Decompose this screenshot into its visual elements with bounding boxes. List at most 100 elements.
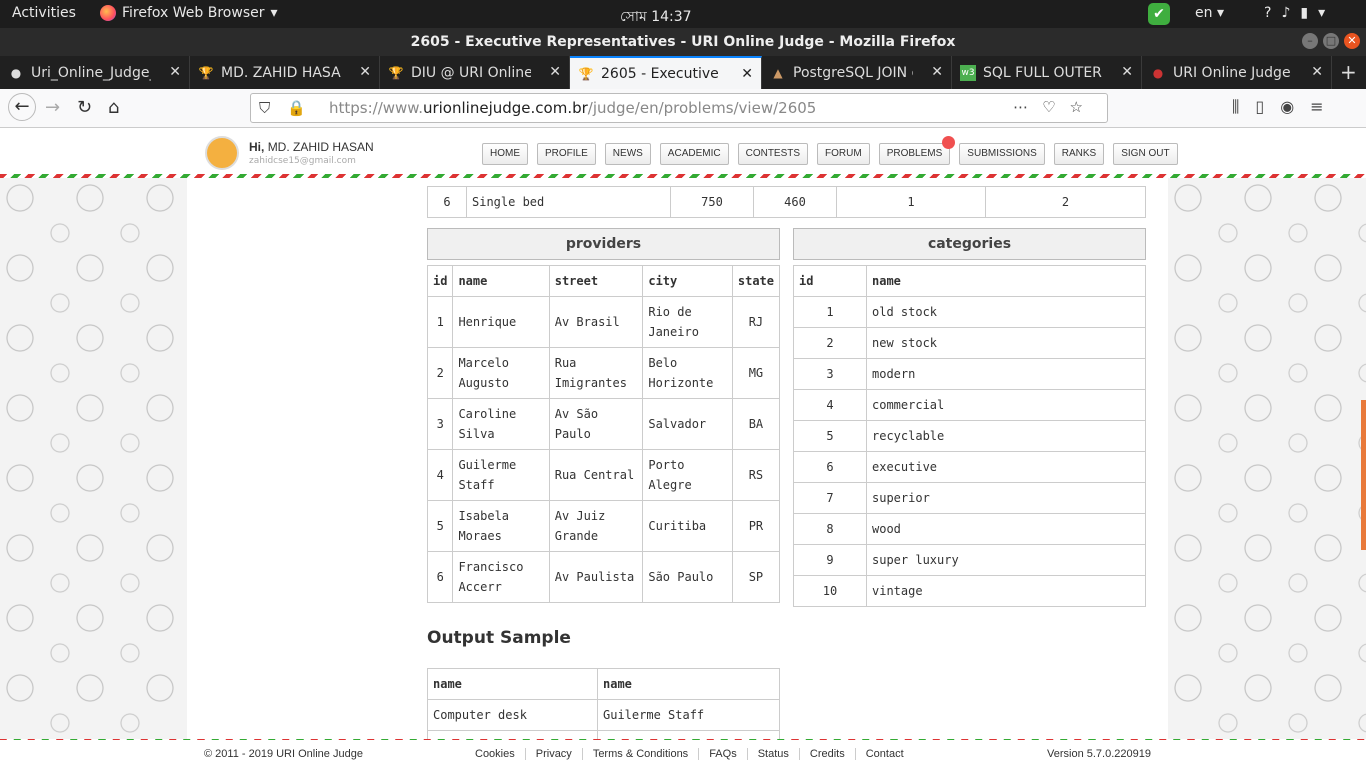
library-icon[interactable]: ⫼ [1232,97,1255,116]
providers-caption: providers [427,228,780,260]
system-tray[interactable]: ?♪▮▾ [1264,5,1335,21]
forward-button[interactable]: → [45,97,60,118]
account-icon[interactable]: ◉ [1280,97,1310,116]
close-tab-icon[interactable]: ✕ [931,64,943,80]
window-title: 2605 - Executive Representatives - URI O… [0,28,1366,56]
firefox-icon [100,5,116,21]
table-row: 7 superior [793,482,1146,514]
table-header-row: id name street city state [426,265,781,297]
main-menu: HOME PROFILE NEWS ACADEMIC CONTESTS FORU… [482,136,1187,165]
table-row: 4 Guilerme Staff Rua Central Porto Alegre RS [426,449,781,501]
w3schools-icon: w3 [960,64,976,81]
minimize-icon[interactable]: – [1302,33,1318,49]
activities-button[interactable]: Activities [12,5,76,21]
footer-link-credits[interactable]: Credits [798,748,855,760]
footer-link-faqs[interactable]: FAQs [698,748,747,760]
home-button[interactable]: ⌂ [108,97,119,118]
close-tab-icon[interactable]: ✕ [169,64,181,80]
pocket-icon[interactable]: ♡ [1042,98,1069,116]
categories-table: id name 1 old stock 2 new stock 3 modern 4 co… [793,265,1146,607]
menu-contests[interactable]: CONTESTS [737,143,809,165]
close-tab-icon[interactable]: ✕ [549,64,561,80]
menu-news[interactable]: NEWS [604,143,651,165]
user-greeting: Hi, MD. ZAHID HASAN [249,140,374,154]
trophy-icon: 🏆 [388,65,404,80]
tab-problem-2605[interactable]: 🏆2605 - Executive Re✕ [570,56,762,89]
lock-icon[interactable]: 🔒 [287,99,306,117]
reload-button[interactable]: ↻ [77,97,92,118]
problem-content: 6 Single bed 750 460 1 2 providers id na… [187,178,1168,740]
tracking-shield-icon[interactable]: ⛉ [259,99,270,117]
menu-forum[interactable]: FORUM [817,143,870,165]
clock[interactable]: সোম 14:37 [620,5,692,29]
close-icon[interactable]: ✕ [1344,33,1360,49]
close-tab-icon[interactable]: ✕ [359,64,371,80]
tab-profile[interactable]: 🏆 MD. ZAHID HASAN ✕ [190,56,380,89]
language-indicator[interactable]: en ▾ [1195,5,1224,21]
close-tab-icon[interactable]: ✕ [1311,64,1323,80]
trophy-icon: 🏆 [198,65,214,80]
menu-academic[interactable]: ACADEMIC [659,143,729,165]
footer-links: Cookies Privacy Terms & Conditions FAQs … [465,748,914,760]
table-row: 6 Francisco Accerr Av Paulista São Paulo SP [426,551,781,603]
new-tab-button[interactable]: + [1340,60,1357,84]
providers-table: id name street city state 1 Henrique Av Br… [426,265,781,603]
footer-link-cookies[interactable]: Cookies [465,748,525,760]
url-bar[interactable]: ⛉ 🔒 https://www.urionlinejudge.com.br/ju… [250,93,1108,123]
web-page: Hi, MD. ZAHID HASAN zahidcse15@gmail.com… [0,128,1366,740]
user-email: zahidcse15@gmail.com [249,156,356,166]
table-row: 1 Henrique Av Brasil Rio de Janeiro RJ [426,296,781,348]
close-tab-icon[interactable]: ✕ [741,66,753,82]
menu-home[interactable]: HOME [482,143,528,165]
system-top-bar: Activities Firefox Web Browser ▾ সোম 14:3… [0,0,1366,28]
menu-sign-out[interactable]: SIGN OUT [1113,143,1178,165]
window-controls: – □ ✕ [1302,33,1360,49]
chevron-down-icon: ▾ [270,5,278,21]
menu-problems[interactable]: PROBLEMS [878,136,956,165]
volume-icon: ♪ [1281,5,1301,21]
decorative-background-right [1168,178,1366,740]
footer-link-privacy[interactable]: Privacy [524,748,582,760]
app-menu[interactable]: Firefox Web Browser ▾ [100,5,278,21]
table-header-row: id name [793,265,1146,297]
back-button[interactable]: ← [8,93,36,121]
close-tab-icon[interactable]: ✕ [1121,64,1133,80]
tab-uri-judge[interactable]: ●URI Online Judge Sc✕ [1142,56,1332,89]
table-row: 2 Marcelo Augusto Rua Imigrantes Belo Horiz… [426,347,781,399]
chevron-down-icon: ▾ [1318,5,1336,21]
tab-sql-full-outer[interactable]: w3SQL FULL OUTER JO✕ [952,56,1142,89]
menu-submissions[interactable]: SUBMISSIONS [959,143,1045,165]
url-text[interactable]: https://www.urionlinejudge.com.br/judge/… [329,99,816,117]
table-row: 4 commercial [793,389,1146,421]
avatar[interactable] [205,136,239,170]
app-name: Firefox Web Browser [122,5,265,21]
help-icon: ? [1264,5,1282,21]
tab-github[interactable]: ●Uri_Online_Judge_F✕ [0,56,190,89]
menu-ranks[interactable]: RANKS [1053,143,1105,165]
bookmark-star-icon[interactable]: ☆ [1070,98,1097,116]
footer-link-status[interactable]: Status [746,748,799,760]
table-row: 3 modern [793,358,1146,390]
sidebar-icon[interactable]: ▯ [1255,97,1280,116]
tab-diu[interactable]: 🏆DIU @ URI Online Ju✕ [380,56,570,89]
table-row: 6 Single bed 750 460 1 2 [427,186,1146,218]
table-row: Computer desk Guilerme Staff [427,699,780,731]
trophy-icon: 🏆 [578,66,594,81]
toolbar-right: ⫼▯◉≡ [1232,97,1340,117]
more-actions-icon[interactable]: ⋯ [1013,98,1042,116]
menu-profile[interactable]: PROFILE [537,143,596,165]
tab-postgresql[interactable]: ▲ PostgreSQL JOIN d ✕ [762,56,952,89]
table-row: 1 old stock [793,296,1146,328]
scrollbar-thumb[interactable] [1361,400,1366,550]
maximize-icon[interactable]: □ [1323,33,1339,49]
table-row: 9 super luxury [793,544,1146,576]
table-row: 5 recyclable [793,420,1146,452]
menu-icon[interactable]: ≡ [1310,97,1339,116]
github-icon: ● [10,65,22,80]
table-row: 8 wood [793,513,1146,545]
footer-link-contact[interactable]: Contact [854,748,914,760]
update-check-icon[interactable]: ✔ [1148,3,1170,25]
footer-link-terms[interactable]: Terms & Conditions [581,748,698,760]
products-table-tail: 6 Single bed 750 460 1 2 [427,186,1146,218]
table-row: 6 executive [793,451,1146,483]
